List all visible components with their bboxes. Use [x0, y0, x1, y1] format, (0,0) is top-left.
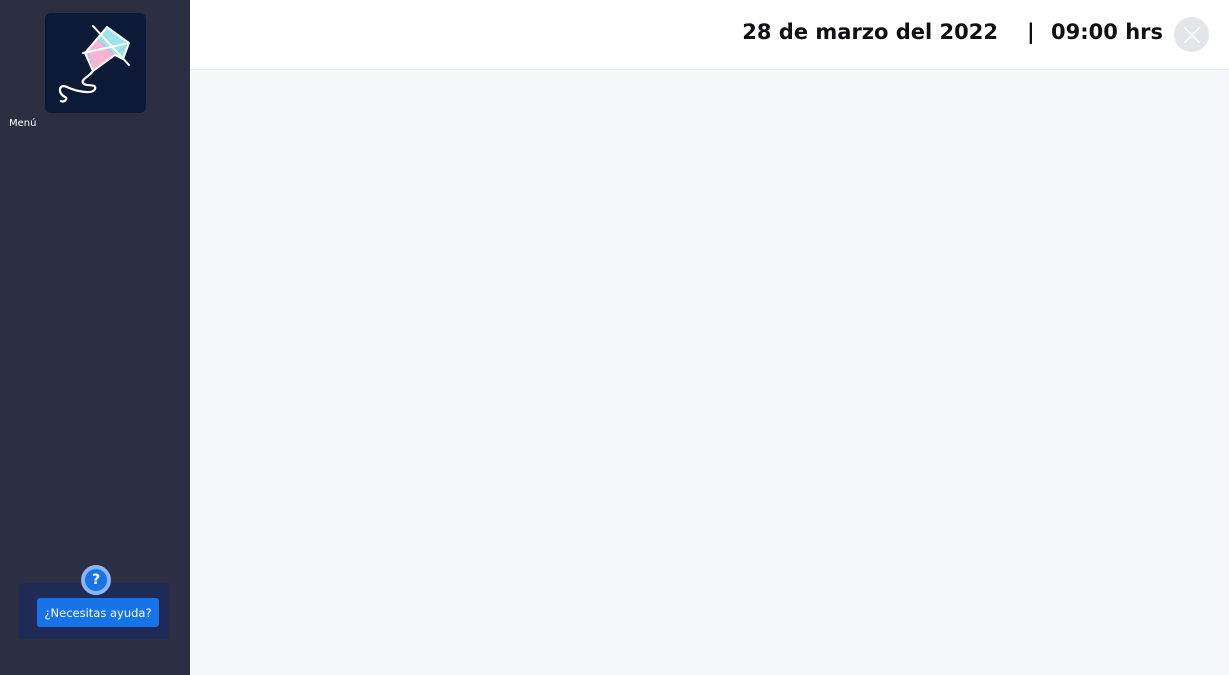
kite-icon: [58, 25, 130, 103]
main-content: [190, 70, 1229, 675]
current-time: 09:00 hrs: [1051, 20, 1163, 44]
menu-label[interactable]: Menú: [9, 118, 36, 129]
close-button[interactable]: [1174, 17, 1209, 52]
current-date: 28 de marzo del 2022: [742, 20, 998, 44]
question-icon-glyph: ?: [85, 569, 107, 591]
app-logo[interactable]: [45, 13, 146, 113]
header-separator: |: [1027, 20, 1035, 44]
help-button[interactable]: ¿Necesitas ayuda?: [37, 598, 159, 627]
sidebar: Menú ? ¿Necesitas ayuda?: [0, 0, 190, 675]
question-icon: ?: [81, 565, 111, 595]
close-icon: [1183, 26, 1200, 43]
top-header: 28 de marzo del 2022 | 09:00 hrs: [190, 0, 1229, 70]
app-root: Menú ? ¿Necesitas ayuda? 28 de marzo del…: [0, 0, 1229, 675]
